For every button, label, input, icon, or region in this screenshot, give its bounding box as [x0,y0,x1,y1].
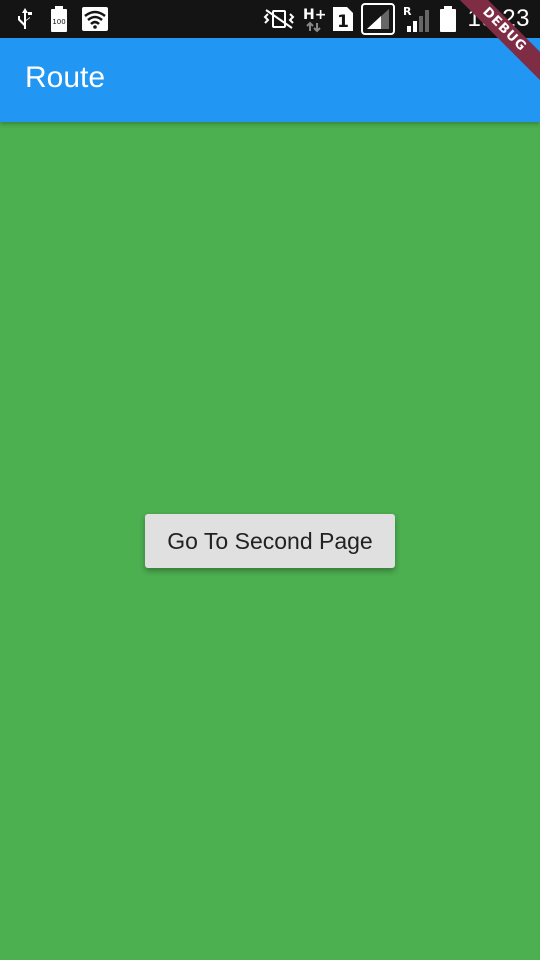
vibrate-icon [263,8,295,30]
screen: 100 H+ 1 R Route DEBUG Go To Second Page [0,0,540,960]
network-type-label: H+ [303,7,325,23]
wifi-icon [82,7,108,31]
app-bar: Route [0,38,540,122]
status-bar-left: 100 [14,0,108,38]
battery-100-label: 100 [52,18,65,26]
sim-slot-label: 1 [338,12,350,31]
signal-roaming-icon: R [403,4,431,34]
app-title: Route [25,61,106,94]
signal-icon [361,3,396,35]
status-bar: 100 H+ 1 R [0,0,540,38]
battery-100-icon: 100 [50,6,68,32]
go-to-second-page-button[interactable]: Go To Second Page [145,514,395,568]
usb-icon [14,7,36,31]
network-hplus-icon: H+ [303,5,325,33]
battery-icon [439,6,457,32]
roaming-label: R [403,5,412,18]
sim1-icon: 1 [333,7,354,31]
